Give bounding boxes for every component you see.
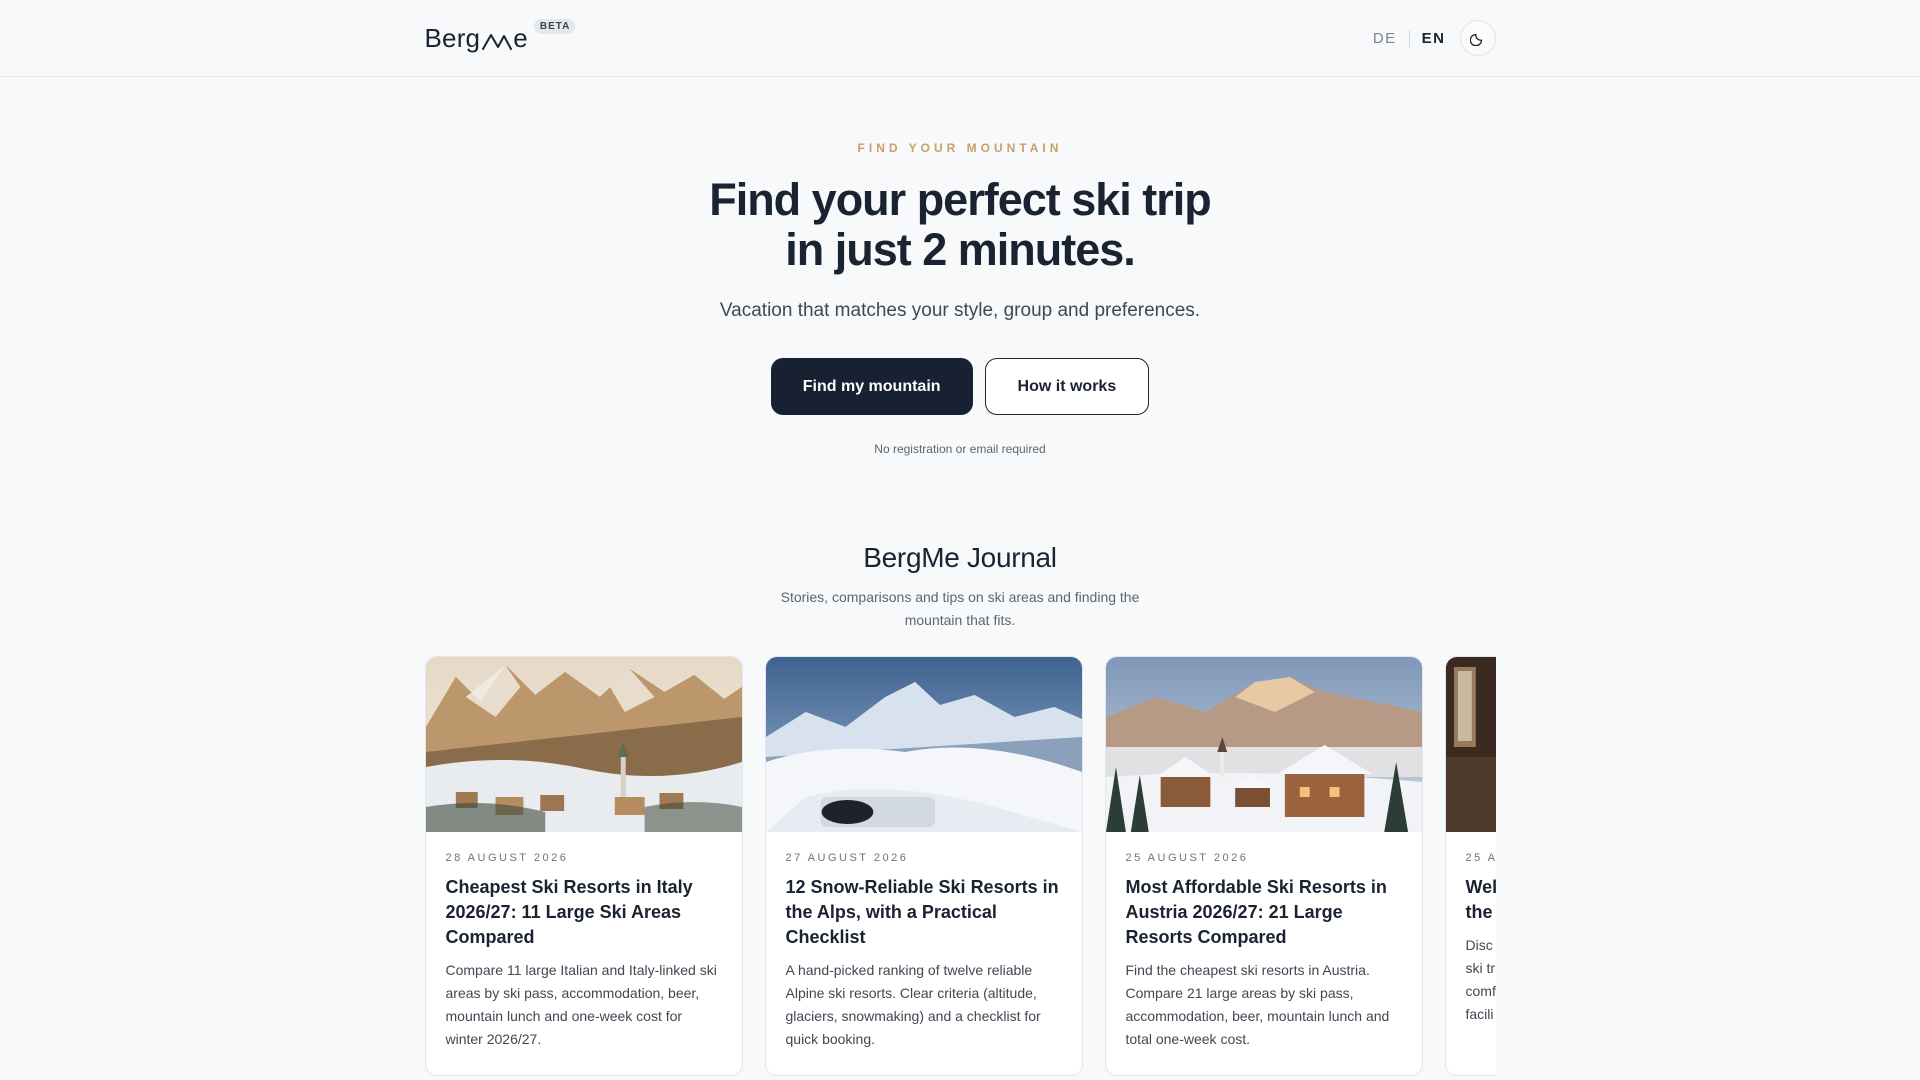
hero-cta-row: Find my mountain How it works [0,358,1920,415]
card-image-italy-village [425,657,742,832]
card-excerpt: Find the cheapest ski resorts in Austria… [1125,962,1390,1047]
card-body: 25 A Wel the Disc ski tr comf facili [1446,832,1496,1026]
logo-text-right: e [513,23,528,53]
card-body: 28 AUGUST 2026 Cheapest Ski Resorts in I… [426,832,742,1051]
journal-section: BergMe Journal Stories, comparisons and … [0,542,1920,1076]
hero-subtitle: Vacation that matches your style, group … [719,300,1201,321]
journal-card[interactable]: 25 A Wel the Disc ski tr comf facili [1444,656,1496,1076]
card-date: 25 AUGUST 2026 [1125,852,1249,864]
card-excerpt: Disc ski tr comf facili [1465,937,1496,1022]
card-image-cozy-interior [1445,657,1496,832]
top-navigation-bar: Berg e BETA DE EN [0,0,1920,77]
hero-section: FIND YOUR MOUNTAIN Find your perfect ski… [0,141,1920,456]
logo-text-left: Berg [424,23,481,53]
journal-card[interactable]: 25 AUGUST 2026 Most Affordable Ski Resor… [1104,656,1423,1076]
logo-wordmark: Berg e [425,25,528,51]
journal-card[interactable]: 28 AUGUST 2026 Cheapest Ski Resorts in I… [424,656,743,1076]
top-navigation-inner: Berg e BETA DE EN [425,0,1496,76]
card-excerpt: A hand-picked ranking of twelve reliable… [785,962,1041,1047]
card-date: 27 AUGUST 2026 [785,852,909,864]
journal-header: BergMe Journal Stories, comparisons and … [0,542,1920,632]
card-title[interactable]: Wel the [1466,875,1496,925]
hero-title: Find your perfect ski trip in just 2 min… [709,174,1212,275]
brand-logo[interactable]: Berg e BETA [425,19,576,51]
find-my-mountain-button[interactable]: Find my mountain [770,358,973,415]
card-excerpt: Compare 11 large Italian and Italy-linke… [445,962,717,1047]
journal-card-list: 28 AUGUST 2026 Cheapest Ski Resorts in I… [424,656,1496,1076]
hero-eyebrow: FIND YOUR MOUNTAIN [857,141,1063,155]
card-image-austria-chalets [1105,657,1422,832]
journal-title: BergMe Journal [863,542,1057,573]
card-date: 25 A [1465,852,1496,864]
journal-carousel[interactable]: 28 AUGUST 2026 Cheapest Ski Resorts in I… [424,656,1496,1076]
beta-badge: BETA [533,19,576,34]
language-de[interactable]: DE [1361,30,1409,47]
card-body: 25 AUGUST 2026 Most Affordable Ski Resor… [1106,832,1422,1051]
moon-icon [1469,33,1482,46]
journal-subtitle: Stories, comparisons and tips on ski are… [780,589,1140,628]
language-en[interactable]: EN [1410,30,1458,47]
card-date: 28 AUGUST 2026 [445,852,569,864]
mountain-m-icon [482,34,513,50]
card-body: 27 AUGUST 2026 12 Snow-Reliable Ski Reso… [766,832,1082,1051]
header-controls: DE EN [1361,20,1496,56]
theme-toggle-button[interactable] [1459,20,1496,56]
card-title[interactable]: Most Affordable Ski Resorts in Austria 2… [1126,875,1403,950]
journal-card[interactable]: 27 AUGUST 2026 12 Snow-Reliable Ski Reso… [764,656,1083,1076]
how-it-works-button[interactable]: How it works [984,358,1150,415]
no-registration-note: No registration or email required [874,442,1046,456]
card-title[interactable]: 12 Snow-Reliable Ski Resorts in the Alps… [786,875,1063,950]
card-title[interactable]: Cheapest Ski Resorts in Italy 2026/27: 1… [446,875,723,950]
card-image-alpine-slopes [765,657,1082,832]
